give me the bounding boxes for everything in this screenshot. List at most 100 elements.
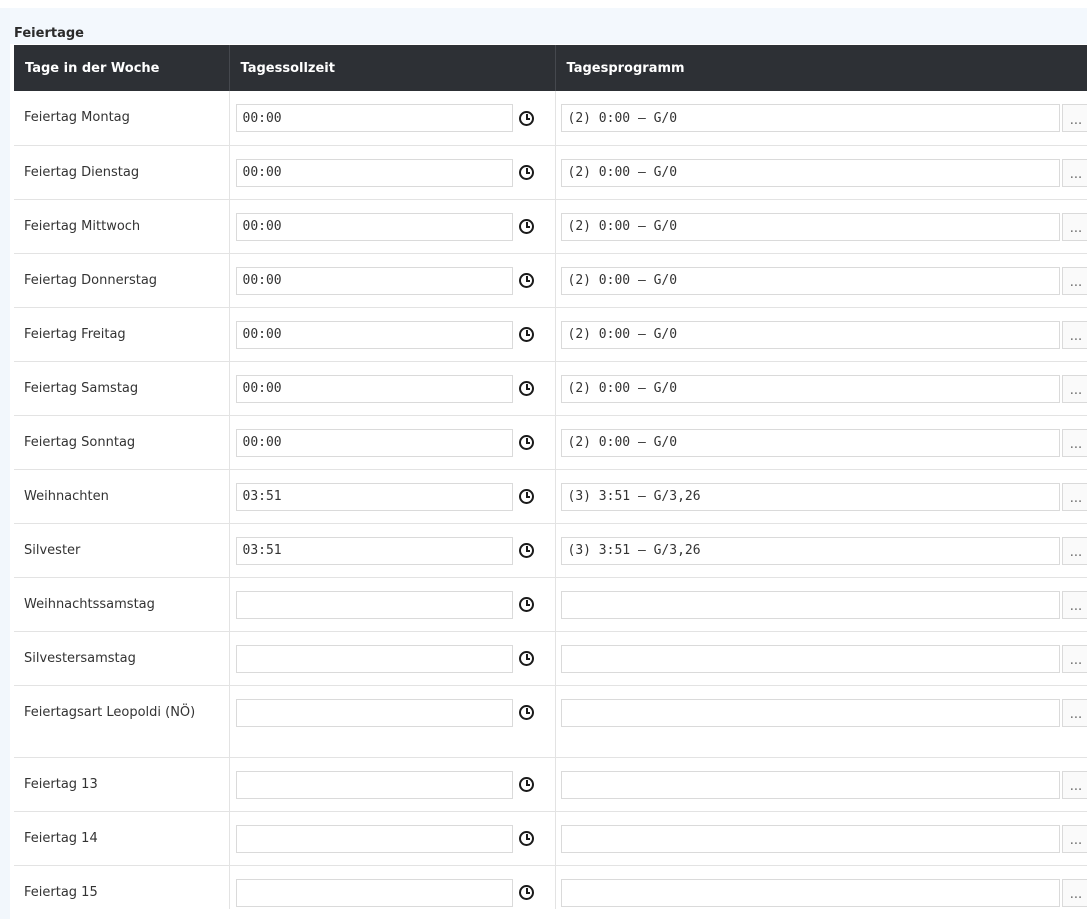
target-time-input[interactable] [235, 482, 513, 511]
time-picker-button[interactable] [518, 650, 536, 668]
time-picker-button[interactable] [518, 830, 536, 848]
day-program-input[interactable] [560, 770, 1060, 799]
day-program-input[interactable] [560, 536, 1060, 565]
day-program-input[interactable] [560, 824, 1060, 853]
target-time-wrapper [230, 524, 555, 567]
time-picker-button[interactable] [518, 488, 536, 506]
day-program-input[interactable] [560, 428, 1060, 457]
day-program-wrapper: ... [556, 308, 1087, 351]
day-program-input[interactable] [560, 644, 1060, 673]
program-select-button[interactable]: ... [1061, 590, 1087, 619]
target-time-input[interactable] [235, 428, 513, 457]
time-picker-button[interactable] [518, 884, 536, 902]
target-time-input[interactable] [235, 266, 513, 295]
table-row: Feiertag Montag... [14, 91, 1087, 146]
day-program-input[interactable] [560, 482, 1060, 511]
ellipsis-icon: ... [1069, 545, 1083, 560]
program-select-button[interactable]: ... [1061, 212, 1087, 241]
day-program-wrapper: ... [556, 686, 1087, 729]
day-program-input[interactable] [560, 590, 1060, 619]
table-row: Weihnachten... [14, 469, 1087, 524]
time-picker-button[interactable] [518, 776, 536, 794]
target-time-wrapper [230, 578, 555, 621]
time-picker-button[interactable] [518, 326, 536, 344]
target-time-input[interactable] [235, 212, 513, 241]
program-select-button[interactable]: ... [1061, 698, 1087, 727]
day-program-cell: ... [554, 631, 1087, 686]
column-header-day: Tage in der Woche [14, 45, 229, 91]
program-select-button[interactable]: ... [1061, 104, 1087, 132]
target-time-input[interactable] [235, 698, 513, 727]
day-cell: Feiertagsart Leopoldi (NÖ) [14, 685, 229, 758]
time-picker-button[interactable] [518, 542, 536, 560]
program-select-button[interactable]: ... [1061, 644, 1087, 673]
program-select-button[interactable]: ... [1061, 158, 1087, 187]
target-time-input[interactable] [235, 770, 513, 799]
day-program-input[interactable] [560, 698, 1060, 727]
target-time-wrapper [230, 362, 555, 405]
day-cell: Silvestersamstag [14, 631, 229, 686]
time-picker-button[interactable] [518, 596, 536, 614]
holiday-table: Tage in der Woche Tagessollzeit Tagespro… [14, 45, 1087, 909]
time-picker-button[interactable] [518, 704, 536, 722]
table-row: Silvester... [14, 523, 1087, 578]
target-time-input[interactable] [235, 590, 513, 619]
clock-icon [519, 597, 534, 612]
target-time-input[interactable] [235, 878, 513, 907]
program-select-button[interactable]: ... [1061, 374, 1087, 403]
day-program-input[interactable] [560, 374, 1060, 403]
program-select-button[interactable]: ... [1061, 266, 1087, 295]
day-program-cell: ... [554, 811, 1087, 866]
day-program-input[interactable] [560, 878, 1060, 907]
target-time-input[interactable] [235, 536, 513, 565]
day-label: Weihnachtssamstag [24, 596, 155, 612]
time-picker-button[interactable] [518, 434, 536, 452]
time-picker-button[interactable] [518, 164, 536, 182]
target-time-wrapper [230, 758, 555, 801]
day-program-input[interactable] [560, 266, 1060, 295]
day-program-input[interactable] [560, 158, 1060, 187]
table-row: Feiertag Dienstag... [14, 145, 1087, 200]
day-label: Feiertag Dienstag [24, 164, 140, 180]
clock-icon [519, 543, 534, 558]
table-row: Feiertag Freitag... [14, 307, 1087, 362]
target-time-input[interactable] [235, 824, 513, 853]
time-picker-button[interactable] [518, 272, 536, 290]
program-select-button[interactable]: ... [1061, 536, 1087, 565]
target-time-input[interactable] [235, 104, 513, 132]
table-row: Feiertag Mittwoch... [14, 199, 1087, 254]
target-time-input[interactable] [235, 644, 513, 673]
table-row: Feiertagsart Leopoldi (NÖ)... [14, 685, 1087, 758]
section-header: Feiertage [10, 8, 1087, 44]
target-time-wrapper [230, 812, 555, 855]
day-program-cell: ... [554, 865, 1087, 909]
day-program-input[interactable] [560, 212, 1060, 241]
clock-icon [519, 110, 534, 126]
time-picker-button[interactable] [518, 218, 536, 236]
ellipsis-icon: ... [1069, 275, 1083, 290]
day-cell: Feiertag Dienstag [14, 145, 229, 200]
program-select-button[interactable]: ... [1061, 482, 1087, 511]
target-time-wrapper [230, 470, 555, 513]
day-label: Silvester [24, 542, 81, 558]
target-time-input[interactable] [235, 158, 513, 187]
target-time-cell [228, 469, 555, 524]
day-cell: Feiertag 14 [14, 811, 229, 866]
target-time-cell [228, 199, 555, 254]
program-select-button[interactable]: ... [1061, 878, 1087, 907]
program-select-button[interactable]: ... [1061, 320, 1087, 349]
target-time-input[interactable] [235, 374, 513, 403]
target-time-input[interactable] [235, 320, 513, 349]
table-header-row: Tage in der Woche Tagessollzeit Tagespro… [14, 45, 1087, 91]
day-label: Feiertag Samstag [24, 380, 139, 396]
time-picker-button[interactable] [518, 380, 536, 398]
table-row: Feiertag 15... [14, 865, 1087, 909]
day-program-input[interactable] [560, 320, 1060, 349]
program-select-button[interactable]: ... [1061, 428, 1087, 457]
target-time-cell [228, 91, 555, 146]
program-select-button[interactable]: ... [1061, 770, 1087, 799]
time-picker-button[interactable] [518, 109, 536, 127]
program-select-button[interactable]: ... [1061, 824, 1087, 853]
day-program-input[interactable] [560, 104, 1060, 132]
day-program-wrapper: ... [556, 758, 1087, 801]
